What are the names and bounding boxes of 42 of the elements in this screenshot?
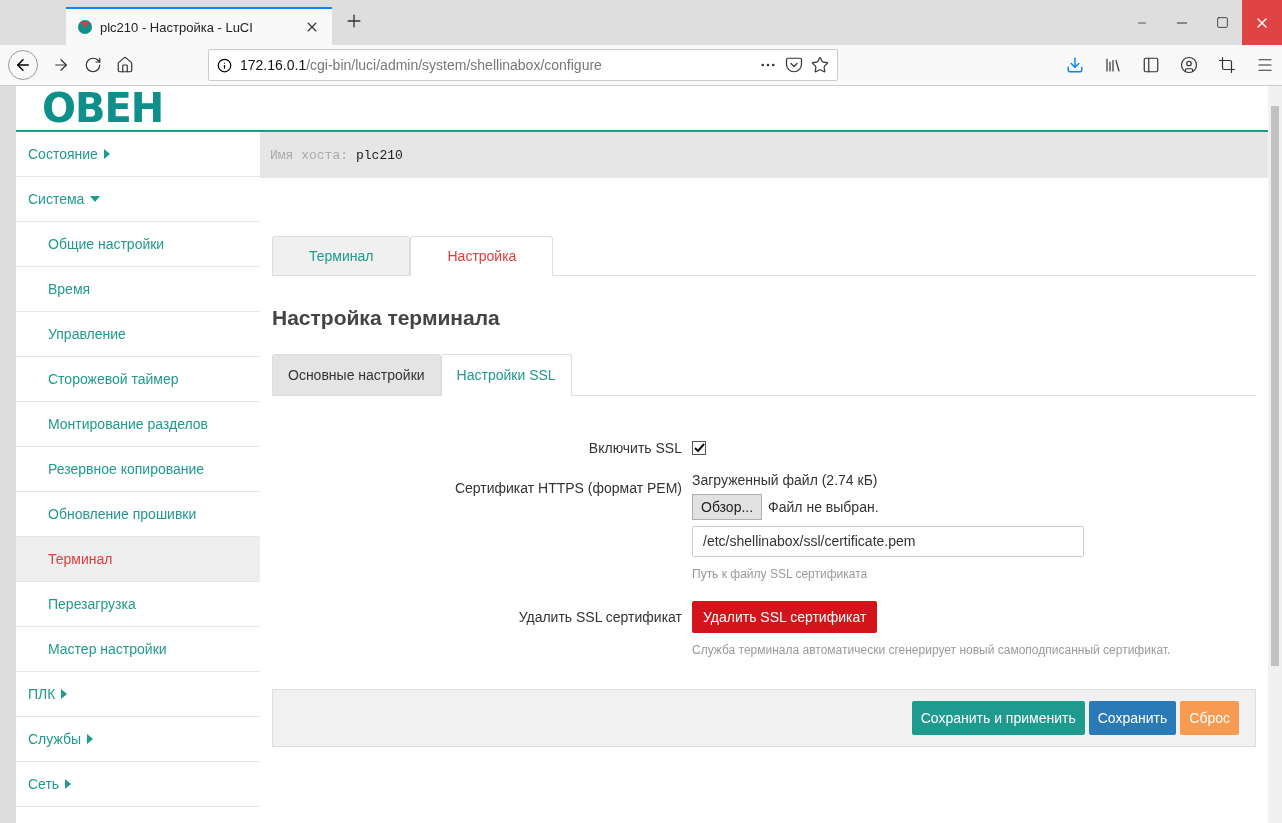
action-button[interactable]: Сохранить и применить	[911, 701, 1085, 735]
forward-icon[interactable]	[52, 56, 70, 74]
page-heading: Настройка терминала	[272, 306, 501, 330]
delete-button[interactable]: Удалить SSL сертификат	[692, 601, 878, 633]
browse-button[interactable]: Обзор...	[692, 494, 763, 520]
crop-icon[interactable]	[1218, 56, 1236, 74]
tab[interactable]: Основные настройки	[272, 354, 441, 396]
input-field[interactable]: /etc/shellinabox/ssl/certificate.pem	[692, 526, 1084, 557]
field-label: Сертификат HTTPS (формат PEM)	[453, 479, 682, 496]
field-hint: Служба терминала автоматически сгенерирует новый самоподписанный сертификат.	[692, 642, 1171, 659]
action-button[interactable]: Сброс	[1180, 701, 1239, 735]
browser-tab[interactable]: plc210 - Настройка - LuCI	[66, 7, 332, 45]
logo: ОВЕН	[42, 86, 164, 131]
upload-status: Загруженный файл (2.74 кБ)	[692, 472, 878, 488]
home-icon[interactable]	[116, 56, 134, 74]
reload-icon[interactable]	[84, 56, 102, 74]
tab[interactable]: Терминал	[272, 236, 411, 276]
menu-icon[interactable]	[1256, 56, 1274, 74]
star-icon[interactable]	[811, 56, 829, 74]
checkbox[interactable]	[692, 441, 706, 455]
tab-title: plc210 - Настройка - LuCI	[100, 19, 254, 35]
address-bar[interactable]: 172.16.0.1/cgi-bin/luci/admin/system/shellinabox/configure	[208, 49, 838, 81]
maximize-icon[interactable]	[1215, 16, 1229, 29]
info-icon	[217, 57, 232, 73]
url-text: 172.16.0.1/cgi-bin/luci/admin/system/shellinabox/configure	[240, 57, 603, 73]
account-icon[interactable]	[1180, 56, 1198, 74]
download-icon[interactable]	[1066, 56, 1084, 74]
library-icon[interactable]	[1104, 56, 1122, 74]
tab[interactable]: Настройка	[410, 236, 554, 276]
tab[interactable]: Настройки SSL	[440, 354, 572, 396]
hostname-label: Имя хоста:	[270, 147, 348, 163]
field-label: Включить SSL	[587, 439, 682, 456]
sidebar-icon[interactable]	[1142, 56, 1160, 74]
field-label: Удалить SSL сертификат	[517, 608, 682, 625]
site-icon	[78, 20, 92, 34]
hostname-value: plc210	[356, 147, 403, 163]
file-status: Файл не выбран.	[768, 499, 879, 515]
scrollbar[interactable]	[1268, 86, 1282, 823]
pocket-icon[interactable]	[785, 56, 803, 74]
sidebar-subitem[interactable]: Терминал	[16, 537, 260, 582]
field-hint: Путь к файлу SSL сертификата	[692, 566, 868, 583]
action-button[interactable]: Сохранить	[1088, 701, 1177, 735]
